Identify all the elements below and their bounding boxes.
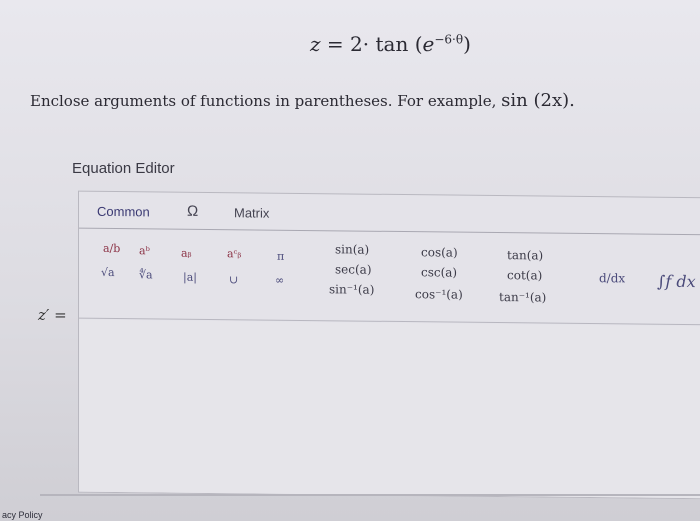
screen: z = 2· tan (e−6·θ) Enclose arguments of …	[0, 0, 700, 521]
tab-common[interactable]: Common	[97, 204, 150, 220]
bottom-divider	[40, 494, 700, 496]
union-button[interactable]: ∪	[229, 273, 238, 286]
tab-matrix[interactable]: Matrix	[234, 205, 269, 220]
equation-editor: Common Ω Matrix a/b aᵇ aᵦ aᶜᵦ π √a ∜a |a…	[78, 190, 700, 500]
fraction-button[interactable]: a/b	[103, 242, 120, 255]
privacy-policy-link[interactable]: acy Policy	[2, 510, 43, 520]
subscript-button[interactable]: aᵦ	[181, 247, 192, 260]
subsup-button[interactable]: aᶜᵦ	[227, 247, 241, 260]
tab-greek[interactable]: Ω	[187, 203, 198, 220]
answer-label: z′ =	[38, 306, 67, 324]
cos-button[interactable]: cos(a)	[421, 245, 458, 259]
pi-button[interactable]: π	[277, 250, 284, 263]
sec-button[interactable]: sec(a)	[335, 262, 372, 276]
example-expression: sin (2x).	[501, 90, 575, 111]
derivative-button[interactable]: d/dx	[599, 271, 625, 285]
arccos-button[interactable]: cos⁻¹(a)	[415, 287, 463, 302]
arctan-button[interactable]: tan⁻¹(a)	[499, 290, 546, 304]
integral-button[interactable]: ∫f dx	[657, 272, 696, 291]
sin-button[interactable]: sin(a)	[335, 242, 369, 256]
sqrt-button[interactable]: √a	[101, 266, 115, 279]
answer-input[interactable]	[79, 319, 700, 499]
tan-button[interactable]: tan(a)	[507, 248, 543, 262]
arcsin-button[interactable]: sin⁻¹(a)	[329, 282, 374, 296]
abs-button[interactable]: |a|	[183, 271, 197, 284]
csc-button[interactable]: csc(a)	[421, 265, 457, 279]
nth-root-button[interactable]: ∜a	[139, 268, 153, 281]
equation-editor-title: Equation Editor	[72, 160, 175, 177]
power-button[interactable]: aᵇ	[139, 244, 150, 257]
infinity-button[interactable]: ∞	[275, 274, 284, 287]
instruction-text: Enclose arguments of functions in parent…	[30, 90, 575, 111]
given-equation: z = 2· tan (e−6·θ)	[310, 32, 471, 56]
cot-button[interactable]: cot(a)	[507, 268, 542, 282]
editor-tabs: Common Ω Matrix	[79, 192, 700, 233]
